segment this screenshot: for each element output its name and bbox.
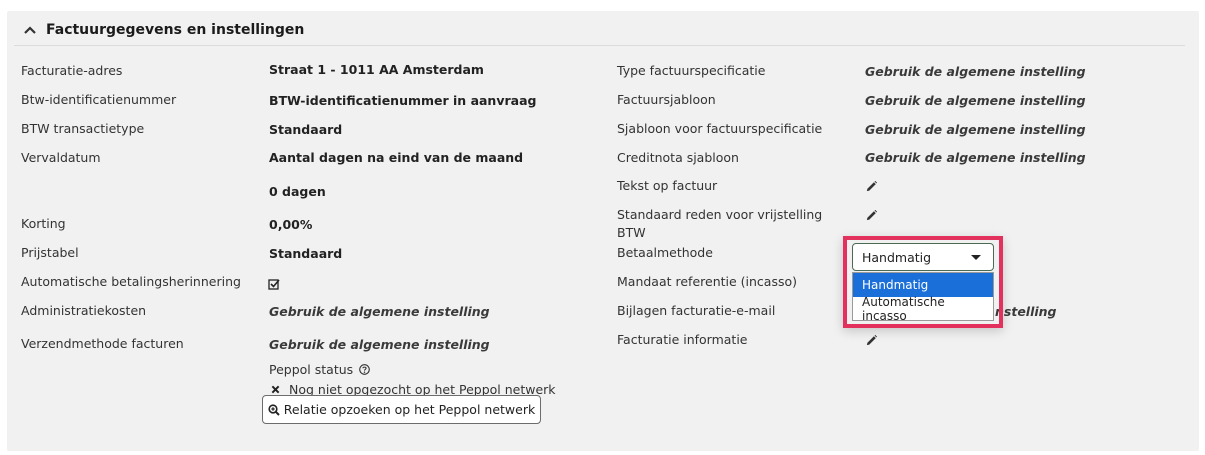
label-factuursjabloon: Factuursjabloon: [617, 92, 716, 107]
pencil-icon[interactable]: [864, 179, 878, 193]
betaalmethode-dropdown: Handmatig Automatische incasso: [852, 272, 994, 323]
value-btw-type: Standaard: [269, 122, 343, 137]
label-facturatie-info: Facturatie informatie: [617, 332, 748, 347]
label-admin-kosten: Administratiekosten: [21, 303, 147, 318]
section-header[interactable]: Factuurgegevens en instellingen: [22, 18, 304, 42]
label-prijstabel: Prijstabel: [21, 245, 79, 260]
label-sjabloon-spec: Sjabloon voor factuurspecificatie: [617, 121, 823, 136]
peppol-status-label: Peppol status: [269, 362, 370, 379]
value-facturatie-adres: Straat 1 - 1011 AA Amsterdam: [269, 62, 484, 77]
label-btw-id: Btw-identificatienummer: [21, 92, 177, 107]
value-verzendmethode: Gebruik de algemene instelling: [269, 337, 490, 352]
help-circle-icon[interactable]: [359, 363, 370, 379]
label-vervaldatum: Vervaldatum: [21, 150, 101, 165]
label-verzendmethode: Verzendmethode facturen: [21, 336, 184, 351]
label-betaalmethode: Betaalmethode: [617, 245, 713, 260]
label-btw-type: BTW transactietype: [21, 121, 145, 136]
label-mandaat: Mandaat referentie (incasso): [617, 274, 798, 289]
option-automatische-incasso[interactable]: Automatische incasso: [853, 295, 993, 323]
value-bijlagen-partial: nstelling: [995, 304, 1057, 319]
value-korting: 0,00%: [269, 217, 313, 232]
label-reden-vrijstelling-1: Standaard reden voor vrijstelling: [617, 207, 823, 222]
value-creditnota: Gebruik de algemene instelling: [865, 150, 1086, 165]
label-type-spec: Type factuurspecificatie: [617, 63, 766, 78]
peppol-status-text: Peppol status: [269, 362, 354, 377]
value-type-spec: Gebruik de algemene instelling: [865, 64, 1086, 79]
peppol-lookup-button[interactable]: Relatie opzoeken op het Peppol netwerk: [262, 395, 541, 424]
pencil-icon[interactable]: [864, 208, 878, 222]
label-korting: Korting: [21, 216, 66, 231]
pencil-icon[interactable]: [864, 333, 878, 347]
label-creditnota: Creditnota sjabloon: [617, 150, 739, 165]
value-admin-kosten: Gebruik de algemene instelling: [269, 304, 490, 319]
value-vervaldatum: Aantal dagen na eind van de maand: [269, 150, 524, 165]
label-bijlagen: Bijlagen facturatie-e-mail: [617, 303, 776, 318]
caret-down-icon: [971, 255, 981, 260]
value-btw-id: BTW-identificatienummer in aanvraag: [269, 93, 537, 108]
label-reden-vrijstelling-2: BTW: [617, 225, 646, 240]
divider: [14, 45, 1185, 46]
value-prijstabel: Standaard: [269, 246, 343, 261]
checked-checkbox-icon: [268, 278, 280, 290]
peppol-lookup-label: Relatie opzoeken op het Peppol netwerk: [283, 402, 536, 417]
betaalmethode-selected-value: Handmatig: [862, 249, 932, 265]
label-auto-herinnering: Automatische betalingsherinnering: [21, 274, 241, 289]
value-factuursjabloon: Gebruik de algemene instelling: [865, 93, 1086, 108]
chevron-up-icon[interactable]: [22, 22, 38, 38]
option-handmatig[interactable]: Handmatig: [853, 273, 993, 297]
betaalmethode-select[interactable]: Handmatig: [852, 243, 994, 271]
value-vervaldatum-days: 0 dagen: [269, 184, 326, 199]
value-sjabloon-spec: Gebruik de algemene instelling: [865, 122, 1086, 137]
label-facturatie-adres: Facturatie-adres: [21, 63, 123, 78]
search-plus-icon: [268, 403, 280, 416]
section-title: Factuurgegevens en instellingen: [46, 22, 305, 38]
label-tekst-factuur: Tekst op factuur: [617, 178, 718, 193]
